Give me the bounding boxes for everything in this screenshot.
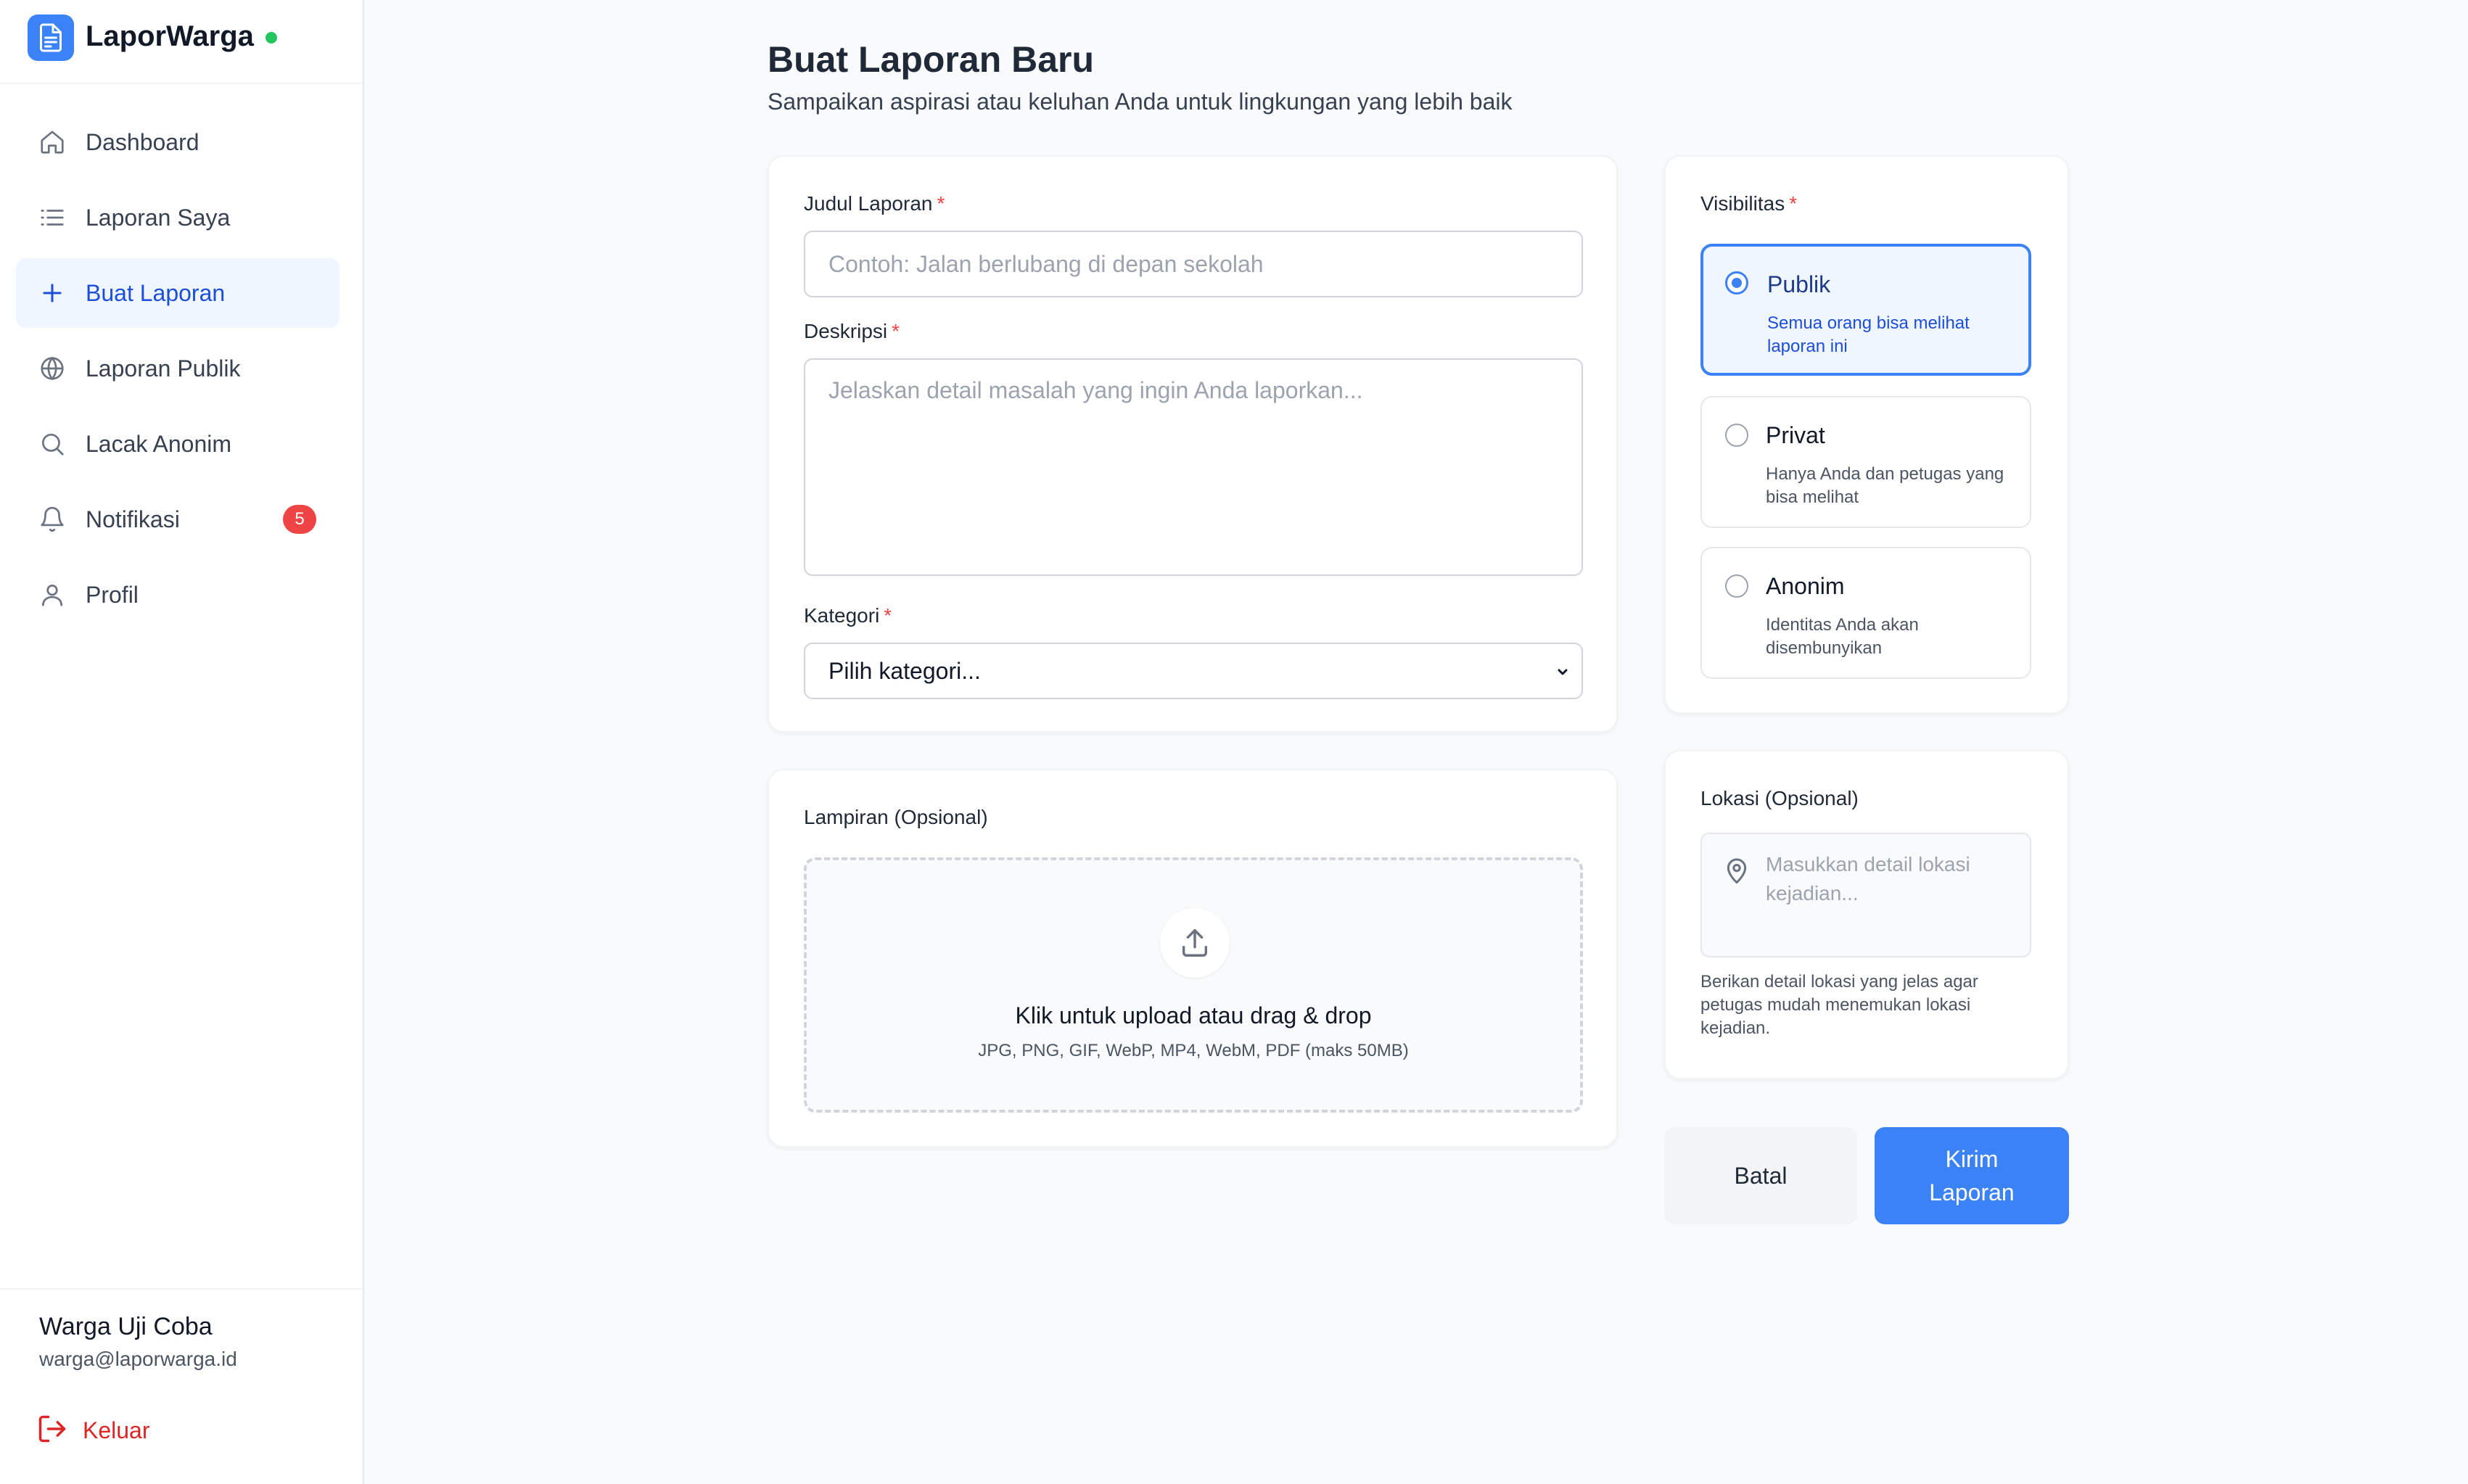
visibility-label-text: Visibilitas <box>1700 192 1785 215</box>
cancel-button[interactable]: Batal <box>1664 1127 1857 1224</box>
notification-count-badge: 5 <box>283 505 316 534</box>
radio-dot <box>1732 278 1742 288</box>
title-input[interactable]: Contoh: Jalan berlubang di depan sekolah <box>804 231 1583 297</box>
sidebar-item-label: Notifikasi <box>86 506 180 532</box>
title-field-label: Judul Laporan * <box>804 191 945 216</box>
sidebar-item-dashboard[interactable]: Dashboard <box>16 107 340 177</box>
visibility-label: Visibilitas * <box>1700 191 1797 216</box>
category-select[interactable]: Pilih kategori... <box>804 643 1583 699</box>
description-textarea[interactable]: Jelaskan detail masalah yang ingin Anda … <box>804 358 1583 576</box>
logout-icon <box>36 1413 68 1448</box>
app-name: LaporWarga <box>86 20 254 52</box>
visibility-option-title: Publik <box>1767 271 1831 297</box>
search-icon <box>38 429 67 458</box>
category-field-label: Kategori * <box>804 603 892 628</box>
plus-icon <box>38 279 67 308</box>
required-mark: * <box>937 192 945 215</box>
location-card: Lokasi (Opsional) Masukkan detail lokasi… <box>1664 750 2069 1079</box>
attachment-card: Lampiran (Opsional) Klik untuk upload at… <box>768 769 1618 1147</box>
visibility-card: Visibilitas * Publik Semua orang bisa mel… <box>1664 155 2069 714</box>
upload-title: Klik untuk upload atau drag & drop <box>1015 1002 1372 1029</box>
radio-icon[interactable] <box>1725 424 1748 447</box>
location-label: Lokasi (Opsional) <box>1700 787 1859 809</box>
radio-selected-icon[interactable] <box>1725 271 1748 294</box>
submit-report-button[interactable]: Kirim Laporan <box>1875 1127 2069 1224</box>
user-info: Warga Uji Coba warga@laporwarga.id Kelua… <box>0 1288 363 1484</box>
visibility-option-anonim[interactable]: Anonim Identitas Anda akan disembunyikan <box>1700 547 2031 679</box>
location-placeholder: Masukkan detail lokasi kejadian... <box>1766 853 1970 904</box>
page-title: Buat Laporan Baru <box>768 39 1095 80</box>
sidebar-item-label: Laporan Publik <box>86 355 241 382</box>
visibility-option-publik[interactable]: Publik Semua orang bisa melihat laporan … <box>1700 244 2031 376</box>
document-icon <box>28 15 74 61</box>
title-input-placeholder: Contoh: Jalan berlubang di depan sekolah <box>828 251 1264 277</box>
page-subtitle: Sampaikan aspirasi atau keluhan Anda unt… <box>768 88 1513 115</box>
category-field-label-text: Kategori <box>804 604 880 627</box>
map-pin-icon <box>1722 856 1751 885</box>
description-field-label-text: Deskripsi <box>804 320 888 342</box>
globe-icon <box>38 354 67 383</box>
visibility-option-description: Identitas Anda akan disembunyikan <box>1766 615 1919 658</box>
sidebar-item-buat-laporan[interactable]: Buat Laporan <box>16 258 340 328</box>
required-mark: * <box>1789 192 1798 215</box>
chevron-down-icon <box>1554 663 1571 680</box>
file-upload-dropzone[interactable]: Klik untuk upload atau drag & drop JPG, … <box>804 857 1583 1113</box>
sidebar-item-label: Dashboard <box>86 129 200 155</box>
sidebar-item-label: Profil <box>86 582 139 608</box>
user-icon <box>38 580 67 609</box>
sidebar-item-profil[interactable]: Profil <box>16 560 340 630</box>
required-mark: * <box>892 320 900 342</box>
report-details-card: Judul Laporan * Contoh: Jalan berlubang d… <box>768 155 1618 733</box>
description-placeholder: Jelaskan detail masalah yang ingin Anda … <box>828 377 1363 403</box>
bell-icon <box>38 505 67 534</box>
visibility-option-title: Anonim <box>1766 573 1845 599</box>
logout-button[interactable]: Keluar <box>36 1409 254 1452</box>
visibility-option-title: Privat <box>1766 422 1825 448</box>
category-select-value: Pilih kategori... <box>828 658 981 684</box>
user-email: warga@laporwarga.id <box>39 1348 237 1370</box>
sidebar-item-laporan-publik[interactable]: Laporan Publik <box>16 334 340 403</box>
attachment-label: Lampiran (Opsional) <box>804 806 988 828</box>
upload-hint: JPG, PNG, GIF, WebP, MP4, WebM, PDF (mak… <box>978 1041 1409 1060</box>
sidebar: LaporWarga Dashboard Laporan Saya Buat L… <box>0 0 364 1484</box>
logout-label: Keluar <box>83 1417 150 1443</box>
title-field-label-text: Judul Laporan <box>804 192 933 215</box>
user-name: Warga Uji Coba <box>39 1313 213 1340</box>
sidebar-item-label: Buat Laporan <box>86 280 226 306</box>
visibility-option-description: Hanya Anda dan petugas yang bisa melihat <box>1766 464 2004 507</box>
upload-icon <box>1160 908 1230 978</box>
required-mark: * <box>884 604 892 627</box>
sidebar-item-laporan-saya[interactable]: Laporan Saya <box>16 183 340 252</box>
location-textarea[interactable]: Masukkan detail lokasi kejadian... <box>1700 833 2031 957</box>
location-hint: Berikan detail lokasi yang jelas agar pe… <box>1700 972 1978 1038</box>
radio-icon[interactable] <box>1725 574 1748 598</box>
visibility-option-description: Semua orang bisa melihat laporan ini <box>1767 313 1970 356</box>
visibility-option-privat[interactable]: Privat Hanya Anda dan petugas yang bisa … <box>1700 396 2031 528</box>
description-field-label: Deskripsi * <box>804 319 900 344</box>
sidebar-item-notifikasi[interactable]: Notifikasi 5 <box>16 485 340 554</box>
list-icon <box>38 203 67 232</box>
home-icon <box>38 128 67 157</box>
brand-header: LaporWarga <box>0 0 363 84</box>
sidebar-item-label: Laporan Saya <box>86 205 231 231</box>
sidebar-item-lacak-anonim[interactable]: Lacak Anonim <box>16 409 340 479</box>
online-dot-icon <box>266 32 277 44</box>
sidebar-item-label: Lacak Anonim <box>86 431 232 457</box>
